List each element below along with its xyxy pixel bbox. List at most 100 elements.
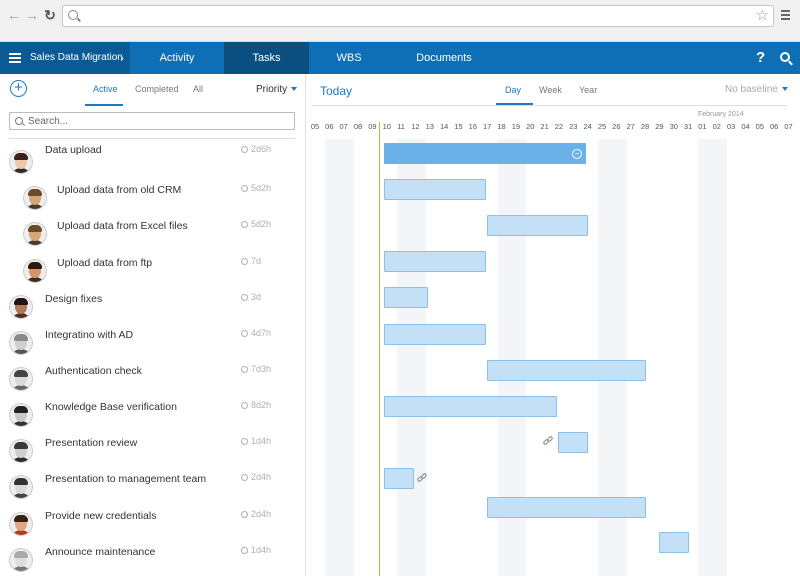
bookmark-star-icon[interactable]: ☆ — [756, 7, 769, 25]
divider — [9, 138, 295, 139]
clock-icon — [241, 294, 248, 301]
task-bar[interactable] — [384, 179, 486, 200]
filter-all[interactable]: All — [193, 84, 203, 94]
day-label: 01 — [698, 122, 707, 131]
task-bar[interactable] — [558, 432, 589, 453]
search-icon[interactable] — [779, 42, 793, 74]
day-label: 06 — [770, 122, 779, 131]
task-bar[interactable] — [486, 215, 589, 236]
task-duration: 1d4h — [241, 436, 271, 446]
task-row[interactable]: Integratino with AD 4d7h — [0, 325, 305, 361]
day-label: 20 — [526, 122, 535, 131]
duration-value: 3d — [251, 292, 262, 302]
task-duration: 2d6h — [241, 144, 271, 154]
task-bar[interactable] — [486, 360, 646, 381]
task-name[interactable]: Presentation to management team — [45, 473, 206, 485]
day-label: 29 — [655, 122, 664, 131]
back-icon[interactable]: ← — [6, 7, 22, 23]
task-name[interactable]: Upload data from ftp — [57, 257, 152, 269]
summary-task-bar[interactable]: – — [384, 143, 587, 164]
tab-activity[interactable]: Activity — [130, 42, 224, 74]
reload-icon[interactable]: ↻ — [42, 7, 58, 23]
day-label: 28 — [640, 122, 650, 131]
weekend-column — [325, 139, 354, 576]
task-name[interactable]: Integratino with AD — [45, 329, 133, 341]
task-row[interactable]: Upload data from Excel files 5d2h — [0, 216, 305, 252]
task-row[interactable]: Presentation to management team 2d4h — [0, 469, 305, 505]
baseline-dropdown[interactable]: No baseline — [725, 84, 788, 95]
duration-value: 5d2h — [251, 219, 272, 229]
duration-value: 1d4h — [251, 436, 272, 446]
task-name[interactable]: Authentication check — [45, 365, 142, 377]
task-name[interactable]: Upload data from Excel files — [57, 220, 188, 232]
task-row[interactable]: Announce maintenance 1d4h — [0, 542, 305, 578]
task-search[interactable] — [9, 112, 295, 130]
hamburger-menu-icon[interactable] — [9, 53, 21, 63]
zoom-year[interactable]: Year — [579, 85, 597, 95]
task-bar[interactable] — [384, 468, 414, 489]
task-row[interactable]: Upload data from ftp 7d — [0, 253, 305, 289]
zoom-week[interactable]: Week — [539, 85, 562, 95]
task-bar[interactable] — [658, 532, 689, 553]
avatar — [23, 186, 47, 210]
search-input[interactable] — [28, 114, 288, 128]
day-label: 25 — [597, 122, 607, 131]
tab-documents[interactable]: Documents — [389, 42, 499, 74]
add-task-icon[interactable]: + — [10, 80, 27, 97]
today-button[interactable]: Today — [320, 84, 352, 98]
task-name[interactable]: Presentation review — [45, 437, 137, 449]
task-bar[interactable] — [486, 497, 646, 518]
tab-tasks[interactable]: Tasks — [224, 42, 309, 74]
dependency-link-icon[interactable] — [416, 472, 428, 483]
day-label: 17 — [483, 122, 492, 131]
task-bar[interactable] — [384, 251, 486, 272]
task-row[interactable]: Provide new credentials 2d4h — [0, 506, 305, 542]
today-marker-line — [379, 122, 380, 576]
day-label: 23 — [569, 122, 578, 131]
dependency-link-icon[interactable] — [542, 435, 554, 446]
task-name[interactable]: Design fixes — [45, 293, 102, 305]
day-label: 15 — [454, 122, 463, 131]
task-name[interactable]: Announce maintenance — [45, 546, 155, 558]
duration-value: 8d2h — [251, 400, 272, 410]
task-row[interactable]: Design fixes 3d — [0, 289, 305, 325]
browser-menu-icon[interactable] — [781, 8, 791, 22]
task-duration: 2d4h — [241, 509, 271, 519]
clock-icon — [241, 185, 248, 192]
sort-priority-dropdown[interactable]: Priority — [256, 84, 297, 95]
task-duration: 3d — [241, 292, 261, 302]
task-name[interactable]: Knowledge Base verification — [45, 401, 177, 413]
day-label: 08 — [353, 122, 363, 131]
avatar — [9, 295, 33, 319]
forward-icon[interactable]: → — [24, 7, 40, 23]
filter-completed[interactable]: Completed — [135, 84, 179, 94]
day-label: 22 — [554, 122, 564, 131]
day-label: 27 — [626, 122, 635, 131]
zoom-day[interactable]: Day — [505, 85, 521, 95]
avatar — [9, 512, 33, 536]
address-bar[interactable]: ☆ — [62, 5, 774, 27]
clock-icon — [241, 366, 248, 373]
day-label: 06 — [325, 122, 334, 131]
help-icon[interactable]: ? — [756, 42, 765, 74]
filter-active[interactable]: Active — [93, 84, 118, 94]
task-bar[interactable] — [384, 287, 429, 308]
project-selector[interactable]: Sales Data Migration › — [0, 42, 130, 74]
duration-value: 7d — [251, 256, 262, 266]
clock-icon — [241, 438, 248, 445]
task-row[interactable]: Data upload 2d6h — [0, 144, 305, 180]
tab-wbs[interactable]: WBS — [309, 42, 389, 74]
task-bar[interactable] — [384, 396, 558, 417]
collapse-icon[interactable]: – — [572, 149, 583, 159]
task-name[interactable]: Provide new credentials — [45, 510, 156, 522]
task-bar[interactable] — [384, 324, 486, 345]
task-name[interactable]: Upload data from old CRM — [57, 184, 181, 196]
avatar — [23, 259, 47, 283]
day-label: 02 — [712, 122, 721, 131]
task-row[interactable]: Presentation review 1d4h — [0, 433, 305, 469]
task-row[interactable]: Authentication check 7d3h — [0, 361, 305, 397]
day-label: 09 — [368, 122, 377, 131]
task-row[interactable]: Knowledge Base verification 8d2h — [0, 397, 305, 433]
task-name[interactable]: Data upload — [45, 144, 102, 156]
task-row[interactable]: Upload data from old CRM 5d2h — [0, 180, 305, 216]
